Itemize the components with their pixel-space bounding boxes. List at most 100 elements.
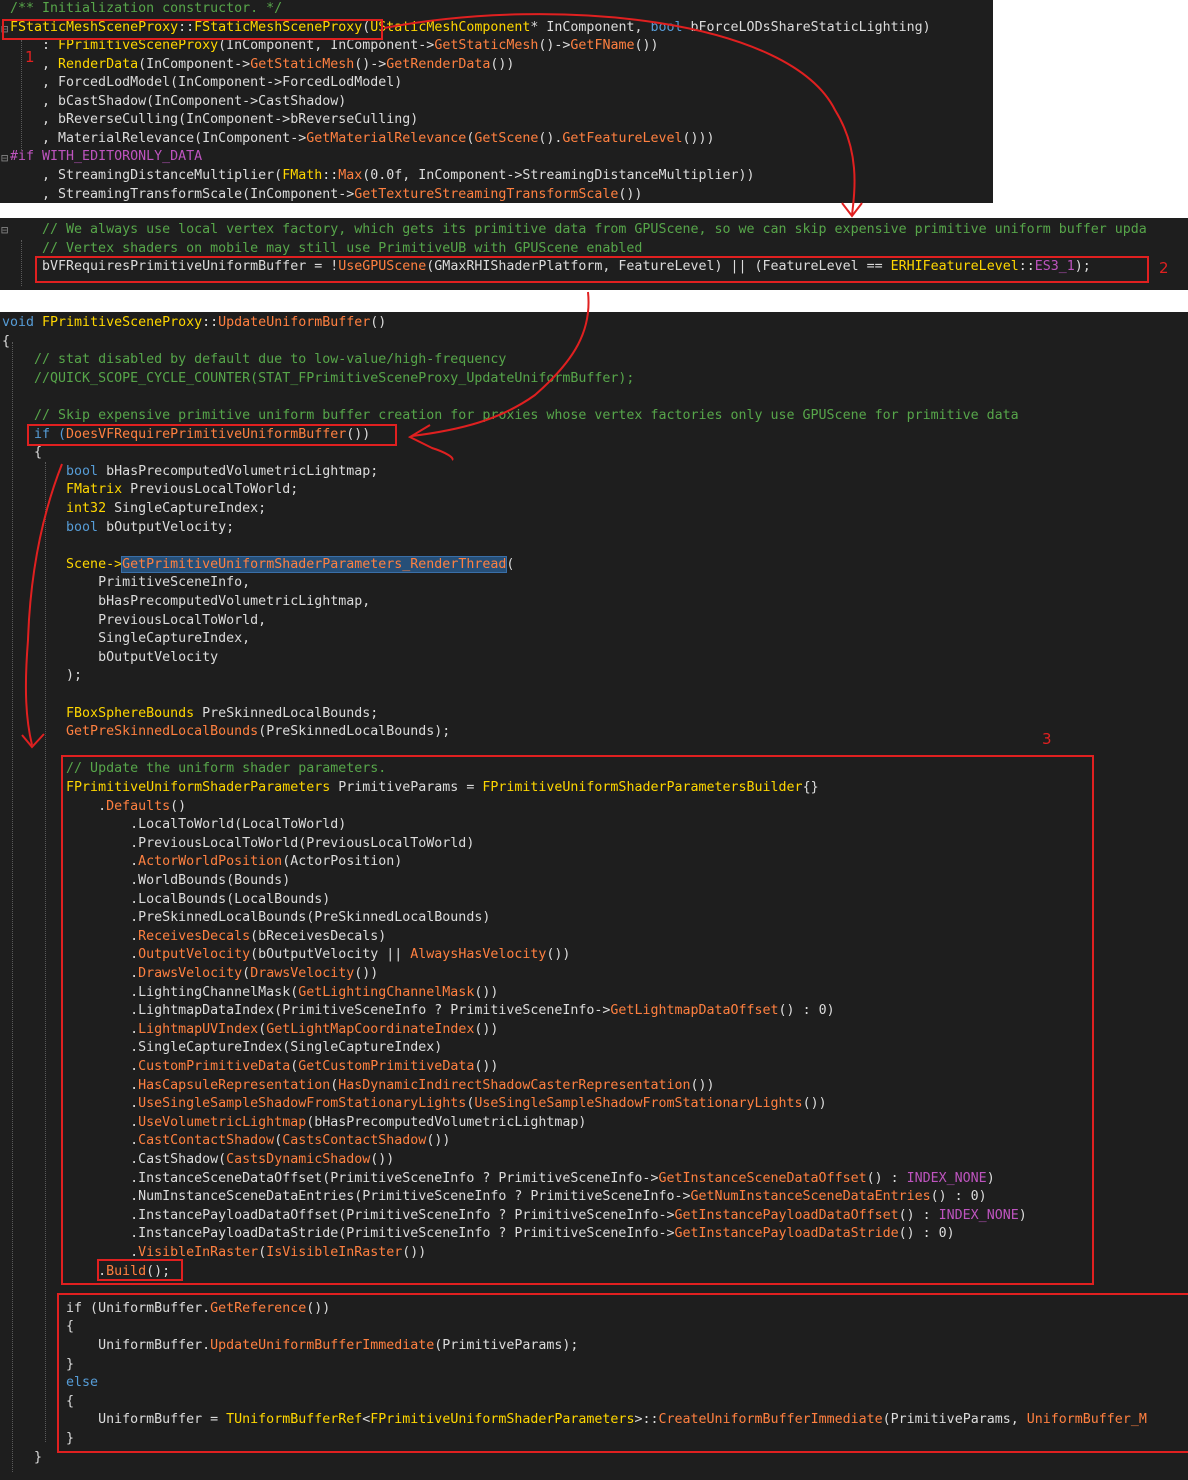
code-line[interactable]: int32 SingleCaptureIndex; — [2, 500, 266, 519]
code-token: #if — [10, 149, 43, 165]
code-token: bHasPrecomputedVolumetricLightmap; — [106, 463, 379, 479]
code-token: GetFeatureLevel — [562, 130, 683, 146]
code-line[interactable]: /** Initialization constructor. */ — [10, 0, 282, 19]
code-line[interactable]: , MaterialRelevance(InComponent->GetMate… — [10, 130, 715, 149]
code-token: :: — [322, 167, 339, 183]
code-token: UpdateUniformBuffer — [218, 315, 371, 330]
code-token: { — [2, 445, 43, 461]
code-line[interactable]: // Skip expensive primitive uniform buff… — [2, 407, 1019, 426]
code-line[interactable]: , StreamingTransformScale(InComponent->G… — [10, 186, 642, 204]
code-line[interactable]: #if WITH_EDITORONLY_DATA — [10, 148, 202, 167]
code-token: , MaterialRelevance(InComponent-> — [10, 130, 307, 146]
code-token: PreviousLocalToWorld, — [2, 612, 267, 628]
highlight-box-build-call — [97, 1259, 183, 1281]
fold-marker[interactable]: ⊟ — [1, 223, 8, 237]
code-line[interactable]: //QUICK_SCOPE_CYCLE_COUNTER(STAT_FPrimit… — [2, 370, 634, 389]
code-token: { — [2, 333, 11, 349]
code-line[interactable]: FMatrix PreviousLocalToWorld; — [2, 481, 298, 500]
code-token: (0.0f, InComponent->StreamingDistanceMul… — [362, 167, 755, 183]
code-line[interactable]: // We always use local vertex factory, w… — [10, 221, 1147, 240]
code-line[interactable]: { — [2, 444, 42, 463]
indent-guide — [12, 342, 13, 1472]
code-token: SingleCaptureIndex; — [114, 501, 267, 516]
code-token: bool — [2, 519, 107, 535]
code-line[interactable]: // stat disabled by default due to low-v… — [2, 351, 506, 370]
code-token: (PreSkinnedLocalBounds); — [258, 724, 451, 740]
code-token: GetRenderData — [386, 56, 491, 72]
code-token: void — [2, 315, 43, 330]
code-token: GetStaticMesh — [434, 38, 539, 54]
code-token: bool — [650, 19, 683, 35]
code-token: FPrimitiveSceneProxy — [58, 38, 219, 54]
code-line[interactable]: , RenderData(InComponent->GetStaticMesh(… — [10, 56, 514, 75]
code-line[interactable]: PrimitiveSceneInfo, — [2, 574, 250, 593]
code-line[interactable]: bool bHasPrecomputedVolumetricLightmap; — [2, 463, 378, 482]
code-token: //QUICK_SCOPE_CYCLE_COUNTER(STAT_FPrimit… — [2, 370, 635, 386]
code-token: GetPrimitiveUniformShaderParameters_Rend… — [121, 555, 508, 573]
code-token: Max — [338, 167, 363, 183]
code-line[interactable]: void FPrimitiveSceneProxy::UpdateUniform… — [2, 314, 386, 333]
code-token: // Skip expensive primitive uniform buff… — [2, 408, 1019, 423]
code-line[interactable]: bOutputVelocity — [2, 649, 218, 668]
code-token: ()) — [490, 56, 515, 72]
code-token: WITH_EDITORONLY_DATA — [42, 149, 203, 165]
code-token: bForceLODsShareStaticLighting) — [682, 19, 931, 35]
code-line[interactable]: , StreamingDistanceMultiplier(FMath::Max… — [10, 167, 755, 186]
code-line[interactable]: bHasPrecomputedVolumetricLightmap, — [2, 593, 370, 612]
code-line[interactable]: GetPreSkinnedLocalBounds(PreSkinnedLocal… — [2, 723, 450, 742]
code-token: (InComponent-> — [138, 56, 251, 72]
annotation-label-1: 1 — [25, 48, 35, 66]
indent-guide — [21, 240, 22, 286]
code-token: GetPreSkinnedLocalBounds — [2, 724, 259, 740]
code-token: GetFName — [570, 38, 635, 54]
code-line[interactable]: PreviousLocalToWorld, — [2, 612, 266, 631]
code-line[interactable]: ); — [2, 667, 82, 686]
code-token: * InComponent, — [530, 19, 651, 35]
code-token: FMath — [282, 167, 323, 183]
code-token: } — [2, 1449, 43, 1465]
code-token: ( — [506, 556, 515, 572]
code-token: ()-> — [354, 56, 387, 72]
highlight-box-constructor — [2, 19, 383, 40]
code-token: bool — [2, 463, 107, 479]
code-line[interactable]: , bCastShadow(InComponent->CastShadow) — [10, 93, 346, 112]
indent-guide — [21, 40, 22, 150]
code-token: ()) — [618, 186, 643, 202]
code-token: () — [370, 315, 387, 330]
code-token: , StreamingTransformScale(InComponent-> — [10, 186, 355, 202]
code-token: bHasPrecomputedVolumetricLightmap, — [2, 594, 371, 609]
code-line[interactable]: } — [2, 1449, 42, 1468]
code-token: ()-> — [538, 38, 571, 54]
code-line[interactable]: bool bOutputVelocity; — [2, 519, 234, 538]
code-line[interactable]: { — [2, 333, 10, 352]
highlight-box-uniform-buffer — [57, 1293, 1188, 1453]
fold-marker[interactable]: ⊟ — [1, 151, 8, 165]
indent-guide — [45, 462, 46, 1442]
highlight-box-builder — [61, 755, 1094, 1285]
code-token: GetTextureStreamingTransformScale — [354, 186, 619, 202]
arrowhead-1 — [841, 202, 863, 218]
code-token: // We always use local vertex factory, w… — [10, 222, 1147, 237]
code-line[interactable]: SingleCaptureIndex, — [2, 630, 250, 649]
code-line[interactable]: FBoxSphereBounds PreSkinnedLocalBounds; — [2, 705, 378, 724]
code-token: bOutputVelocity; — [106, 519, 235, 535]
code-line[interactable]: , ForcedLodModel(InComponent->ForcedLodM… — [10, 74, 402, 93]
code-token: PreviousLocalToWorld; — [130, 482, 299, 498]
code-line[interactable]: Scene->GetPrimitiveUniformShaderParamete… — [2, 555, 515, 575]
code-token: GetScene — [474, 130, 539, 146]
code-token: (). — [538, 130, 563, 146]
code-token: ())) — [682, 130, 715, 146]
code-token: RenderData — [58, 56, 139, 72]
code-token: , bReverseCulling(InComponent->bReverseC… — [10, 112, 419, 128]
code-line[interactable]: , bReverseCulling(InComponent->bReverseC… — [10, 111, 418, 130]
code-token: PreSkinnedLocalBounds; — [202, 705, 379, 721]
code-token: UStaticMeshComponent — [370, 19, 531, 35]
code-token: (InComponent, InComponent-> — [218, 38, 435, 54]
code-token: PrimitiveSceneInfo, — [2, 575, 251, 591]
code-token: SingleCaptureIndex, — [2, 631, 251, 647]
code-token: , bCastShadow(InComponent->CastShadow) — [10, 93, 347, 109]
code-token: // Vertex shaders on mobile may still us… — [10, 240, 643, 256]
code-token: , ForcedLodModel(InComponent->ForcedLodM… — [10, 75, 403, 91]
code-token: FMatrix — [2, 482, 131, 498]
code-token: Scene-> — [2, 556, 123, 572]
